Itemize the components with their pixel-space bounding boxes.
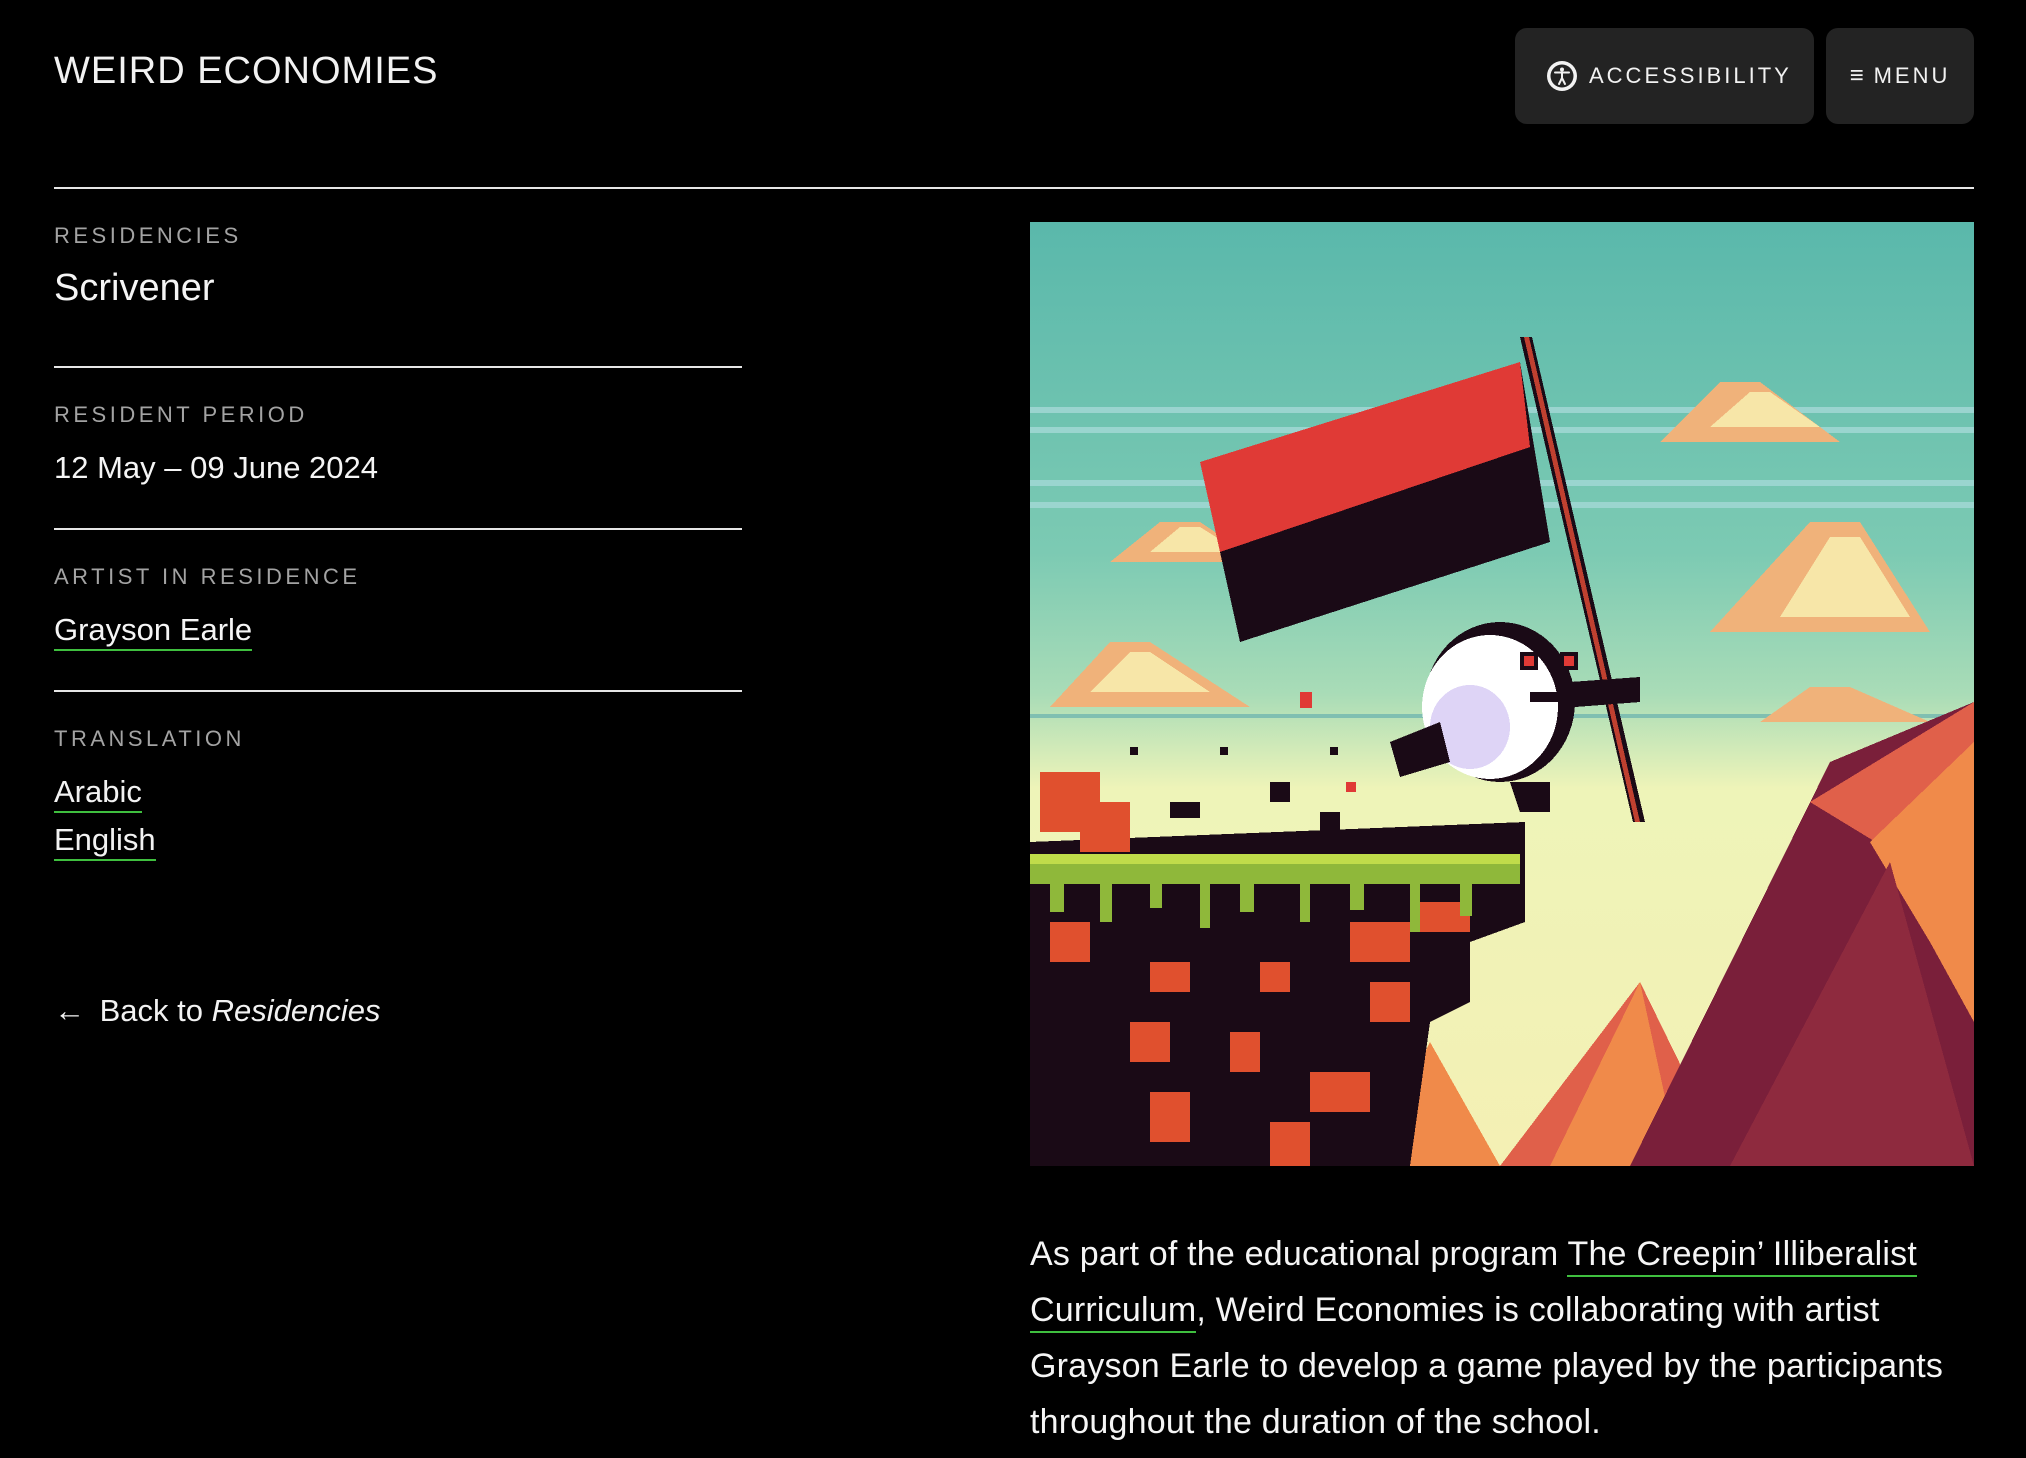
accessibility-icon <box>1547 61 1577 91</box>
period-value: 12 May – 09 June 2024 <box>54 450 379 485</box>
site-logo[interactable]: WEIRD ECONOMIES <box>54 50 438 93</box>
back-link[interactable]: ← Back to Residencies <box>54 993 381 1029</box>
accessibility-label: ACCESSIBILITY <box>1589 63 1792 88</box>
category-section: RESIDENCIES Scrivener <box>54 189 742 368</box>
artist-label: ARTIST IN RESIDENCE <box>54 564 361 589</box>
residency-description: As part of the educational program The C… <box>1030 1226 1974 1450</box>
site-header: WEIRD ECONOMIES ACCESSIBILITY ≡ MENU <box>54 28 1974 124</box>
menu-label: MENU <box>1873 63 1951 88</box>
period-label: RESIDENT PERIOD <box>54 402 308 427</box>
translation-section: TRANSLATION Arabic English <box>54 692 742 870</box>
artist-section: ARTIST IN RESIDENCE Grayson Earle <box>54 530 742 692</box>
period-section: RESIDENT PERIOD 12 May – 09 June 2024 <box>54 368 742 530</box>
menu-button[interactable]: ≡ MENU <box>1826 28 1974 124</box>
translation-list: Arabic English <box>54 774 742 870</box>
translation-label: TRANSLATION <box>54 726 245 751</box>
residency-artwork <box>1030 222 1974 1166</box>
category-label: RESIDENCIES <box>54 223 242 248</box>
hamburger-icon: ≡ <box>1849 62 1864 89</box>
artist-link[interactable]: Grayson Earle <box>54 612 253 651</box>
header-buttons: ACCESSIBILITY ≡ MENU <box>1515 28 1974 124</box>
translation-link-english[interactable]: English <box>54 822 156 861</box>
arrow-left-icon: ← <box>54 993 85 1028</box>
residency-info: RESIDENCIES Scrivener RESIDENT PERIOD 12… <box>54 189 742 870</box>
description-before: As part of the educational program <box>1030 1235 1568 1273</box>
translation-link-arabic[interactable]: Arabic <box>54 774 142 813</box>
back-prefix: Back to <box>99 993 204 1028</box>
page-title: Scrivener <box>54 267 215 309</box>
back-target: Residencies <box>211 993 381 1028</box>
accessibility-button[interactable]: ACCESSIBILITY <box>1515 28 1814 124</box>
